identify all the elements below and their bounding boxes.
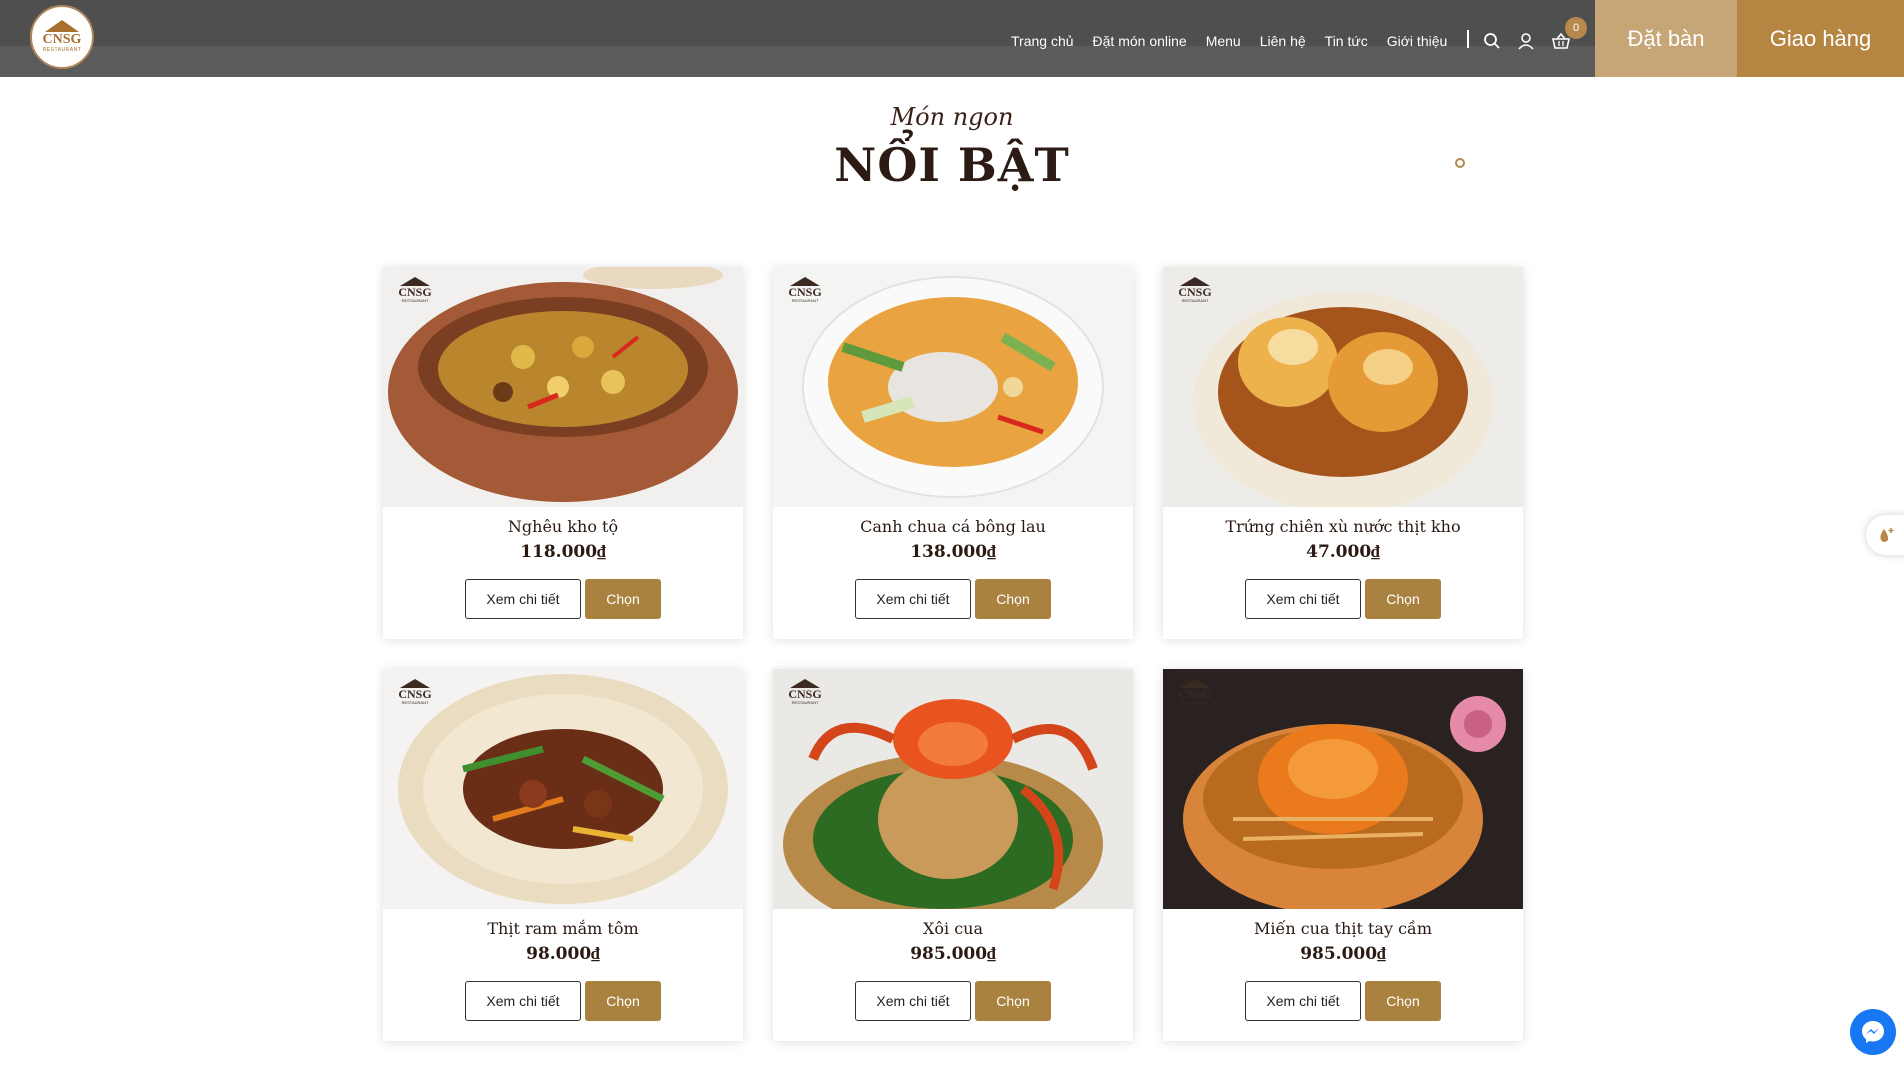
main-nav: Trang chủ Đặt món online Menu Liên hệ Ti… [1011,33,1466,49]
nav-item-about[interactable]: Giới thiệu [1387,33,1448,49]
choose-button[interactable]: Chọn [975,981,1051,1021]
logo-roof-icon [45,20,79,32]
brand-logo[interactable]: CNSG RESTAURANT [30,5,94,69]
book-table-button[interactable]: Đặt bàn [1595,0,1737,77]
product-name[interactable]: Xôi cua [773,919,1133,938]
restaurant-badge-icon: CNSG RESTAURANT [787,679,823,715]
product-name[interactable]: Canh chua cá bông lau [773,517,1133,536]
product-card: CNSG RESTAURANT Canh chua cá bông lau 138… [773,267,1133,639]
product-price: 138.000₫ [910,542,996,562]
side-widget-tab[interactable] [1866,515,1904,555]
product-card: CNSG RESTAURANT Thịt ram mắm tôm 98.000₫ … [383,669,743,1041]
nav-item-menu[interactable]: Menu [1206,33,1241,49]
nav-item-contact[interactable]: Liên hệ [1260,33,1306,49]
choose-button[interactable]: Chọn [975,579,1051,619]
nav-divider [1467,30,1469,48]
nav-item-news[interactable]: Tin tức [1325,33,1368,49]
view-detail-button[interactable]: Xem chi tiết [465,579,581,619]
product-card: CNSG RESTAURANT Miến cua thịt tay cầm 985… [1163,669,1523,1041]
logo-subtext: RESTAURANT [42,47,82,53]
choose-button[interactable]: Chọn [1365,579,1441,619]
search-icon[interactable] [1483,32,1501,50]
restaurant-badge-icon: CNSG RESTAURANT [397,679,433,715]
decorative-dot [1455,158,1465,168]
product-image[interactable]: CNSG RESTAURANT [1163,267,1523,507]
restaurant-badge-icon: CNSG RESTAURANT [397,277,433,313]
product-price: 98.000₫ [526,944,600,964]
product-name[interactable]: Trứng chiên xù nước thịt kho [1163,517,1523,536]
cart-count-badge: 0 [1565,17,1587,39]
product-price: 118.000₫ [520,542,606,562]
product-image[interactable]: CNSG RESTAURANT [773,669,1133,909]
view-detail-button[interactable]: Xem chi tiết [855,981,971,1021]
view-detail-button[interactable]: Xem chi tiết [855,579,971,619]
section-subtitle: Món ngon [890,103,1014,131]
product-image[interactable]: CNSG RESTAURANT [773,267,1133,507]
product-name[interactable]: Thịt ram mắm tôm [383,919,743,938]
choose-button[interactable]: Chọn [1365,981,1441,1021]
messenger-chat-button[interactable] [1850,1009,1896,1055]
product-card: CNSG RESTAURANT Xôi cua 985.000₫ Xem chi … [773,669,1133,1041]
product-price: 985.000₫ [910,944,996,964]
user-icon[interactable] [1517,32,1535,50]
choose-button[interactable]: Chọn [585,579,661,619]
view-detail-button[interactable]: Xem chi tiết [1245,579,1361,619]
choose-button[interactable]: Chọn [585,981,661,1021]
product-price: 47.000₫ [1306,542,1380,562]
product-price: 985.000₫ [1300,944,1386,964]
drop-icon [1880,528,1894,542]
product-name[interactable]: Nghêu kho tộ [383,517,743,536]
product-name[interactable]: Miến cua thịt tay cầm [1163,919,1523,938]
product-image[interactable]: CNSG RESTAURANT [383,669,743,909]
view-detail-button[interactable]: Xem chi tiết [1245,981,1361,1021]
product-image[interactable]: CNSG RESTAURANT [1163,669,1523,909]
messenger-icon [1862,1021,1884,1043]
logo-text: CNSG [42,32,82,47]
section-title: NỔI BẬT [834,138,1070,192]
restaurant-badge-icon: CNSG RESTAURANT [1177,679,1213,715]
nav-item-home[interactable]: Trang chủ [1011,33,1074,49]
site-header: CNSG RESTAURANT Trang chủ Đặt món online… [0,0,1904,77]
product-card: CNSG RESTAURANT Nghêu kho tộ 118.000₫ Xem… [383,267,743,639]
restaurant-badge-icon: CNSG RESTAURANT [787,277,823,313]
product-image[interactable]: CNSG RESTAURANT [383,267,743,507]
delivery-button[interactable]: Giao hàng [1737,0,1904,77]
restaurant-badge-icon: CNSG RESTAURANT [1177,277,1213,313]
product-card: CNSG RESTAURANT Trứng chiên xù nước thịt … [1163,267,1523,639]
nav-item-order-online[interactable]: Đặt món online [1093,33,1187,49]
view-detail-button[interactable]: Xem chi tiết [465,981,581,1021]
